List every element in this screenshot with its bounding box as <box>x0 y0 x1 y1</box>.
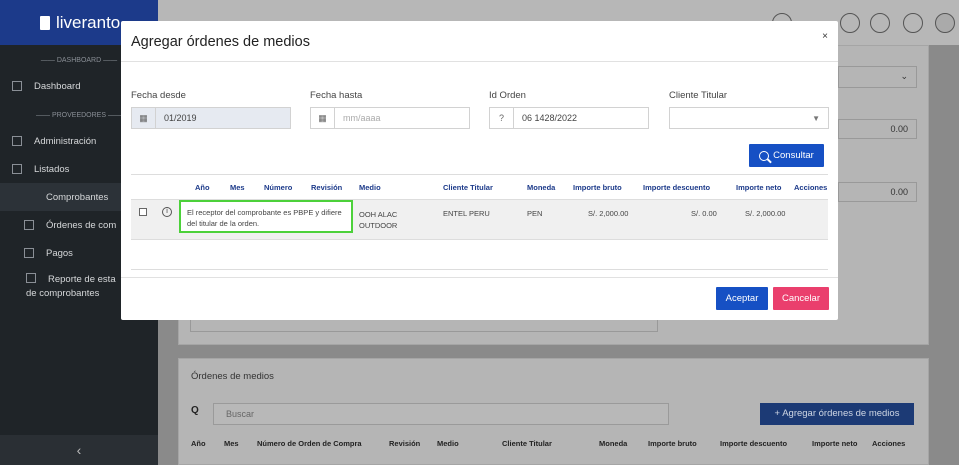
column-header-importe-neto: Importe neto <box>736 183 782 192</box>
caret-down-icon: ▼ <box>812 114 820 123</box>
document-icon <box>24 192 34 202</box>
column-header-acciones: Acciones <box>794 183 828 192</box>
bell-icon[interactable] <box>870 13 890 33</box>
column-header-mes: Mes <box>230 183 245 192</box>
cancelar-button[interactable]: Cancelar <box>773 287 829 310</box>
column-header: Importe bruto <box>648 439 697 448</box>
cliente-titular-select[interactable]: ▼ <box>669 107 829 129</box>
sidebar-item-label: Órdenes de com <box>46 219 117 231</box>
column-header: Revisión <box>389 439 421 448</box>
importe-descuento-cell: S/. 0.00 <box>691 209 717 218</box>
search-input[interactable]: Buscar <box>213 403 669 425</box>
brand-name: liveranto <box>56 12 121 32</box>
sidebar-item-label: Administración <box>34 135 97 147</box>
table-empty-row <box>131 240 828 270</box>
column-header-moneda: Moneda <box>527 183 556 192</box>
background-amount-1: 0.00 <box>838 119 917 139</box>
collapse-sidebar-button[interactable]: ‹ <box>0 435 158 465</box>
aceptar-button[interactable]: Aceptar <box>716 287 768 310</box>
divider <box>121 61 838 62</box>
id-orden-field[interactable]: ? 06 1428/2022 <box>489 107 649 129</box>
id-orden-value: 06 1428/2022 <box>522 113 578 123</box>
search-icon: Q <box>191 405 199 416</box>
add-ordenes-button[interactable]: + Agregar órdenes de medios <box>760 403 914 425</box>
column-header: Medio <box>437 439 459 448</box>
agregar-ordenes-modal: Agregar órdenes de medios × Fecha desde … <box>121 21 838 320</box>
dashboard-icon <box>12 81 22 91</box>
wrench-icon <box>12 136 22 146</box>
fecha-desde-label: Fecha desde <box>131 90 186 101</box>
fecha-hasta-label: Fecha hasta <box>310 90 363 101</box>
cliente-titular-label: Cliente Titular <box>669 90 728 101</box>
column-header-importe-bruto: Importe bruto <box>573 183 622 192</box>
calendar-icon: ▦ <box>311 108 335 128</box>
file-icon <box>24 220 34 230</box>
ordenes-medios-section: Órdenes de medios Q Buscar + Agregar órd… <box>178 358 929 465</box>
column-header-medio: Medio <box>359 183 381 192</box>
column-header-revision: Revisión <box>311 183 343 192</box>
medio-line-1: OOH ALAC <box>359 210 398 219</box>
question-circle-icon: ? <box>490 108 514 128</box>
fecha-desde-field[interactable]: ▦ 01/2019 <box>131 107 291 129</box>
sidebar-item-label: Listados <box>34 163 70 175</box>
column-header: Acciones <box>872 439 906 448</box>
importe-bruto-cell: S/. 2,000.00 <box>588 209 629 218</box>
divider <box>121 277 838 278</box>
column-header: Importe descuento <box>720 439 788 448</box>
calendar-icon: ▦ <box>132 108 156 128</box>
column-header-numero: Número <box>264 183 293 192</box>
column-header-ano: Año <box>195 183 210 192</box>
sidebar-item-label: Reporte de esta <box>48 274 116 285</box>
row-checkbox[interactable] <box>139 208 147 216</box>
column-header: Importe neto <box>812 439 858 448</box>
results-table: Año Mes Número Revisión Medio Cliente Ti… <box>131 174 828 270</box>
section-title: Órdenes de medios <box>191 371 274 382</box>
chevron-down-icon: ⌄ <box>900 71 908 81</box>
bulb-icon[interactable] <box>903 13 923 33</box>
logo-icon <box>40 15 50 30</box>
sidebar-item-label: Dashboard <box>34 80 81 92</box>
list-icon <box>12 164 22 174</box>
sidebar-item-label: Pagos <box>46 247 73 259</box>
moneda-cell: PEN <box>527 209 543 218</box>
wallet-icon <box>24 248 34 258</box>
warning-tooltip: El receptor del comprobante es PBPE y di… <box>179 200 353 233</box>
info-icon[interactable]: i <box>162 207 172 217</box>
column-header-importe-descuento: Importe descuento <box>643 183 711 192</box>
id-orden-label: Id Orden <box>489 90 526 101</box>
fecha-hasta-placeholder: mm/aaaa <box>343 113 381 123</box>
modal-title: Agregar órdenes de medios <box>131 34 310 50</box>
column-header: Mes <box>224 439 239 448</box>
medio-cell: OOH ALAC OUTDOOR <box>359 209 397 231</box>
sidebar-item-label: Comprobantes <box>46 191 109 203</box>
background-select[interactable]: ⌄ <box>838 66 917 88</box>
cliente-cell: ENTEL PERU <box>443 209 490 218</box>
column-header: Cliente Titular <box>502 439 552 448</box>
table-header: Año Mes Número Revisión Medio Cliente Ti… <box>131 174 828 200</box>
fecha-hasta-field[interactable]: ▦ mm/aaaa <box>310 107 470 129</box>
background-table-header: Año Mes Número de Orden de Compra Revisi… <box>191 439 919 448</box>
search-icon <box>759 150 770 161</box>
close-icon[interactable]: × <box>822 31 828 42</box>
consultar-label: Consultar <box>773 150 814 161</box>
fecha-desde-value: 01/2019 <box>164 113 197 123</box>
background-amount-2: 0.00 <box>838 182 917 202</box>
user-icon[interactable] <box>935 13 955 33</box>
table-icon <box>26 273 36 283</box>
consultar-button[interactable]: Consultar <box>749 144 824 167</box>
column-header-cliente: Cliente Titular <box>443 183 493 192</box>
medio-line-2: OUTDOOR <box>359 221 398 230</box>
column-header: Moneda <box>599 439 628 448</box>
column-header: Año <box>191 439 206 448</box>
megaphone-icon[interactable] <box>840 13 860 33</box>
chevron-left-icon: ‹ <box>76 442 82 458</box>
importe-neto-cell: S/. 2,000.00 <box>745 209 786 218</box>
column-header: Número de Orden de Compra <box>257 439 362 448</box>
table-row[interactable]: i El receptor del comprobante es PBPE y … <box>131 200 828 240</box>
